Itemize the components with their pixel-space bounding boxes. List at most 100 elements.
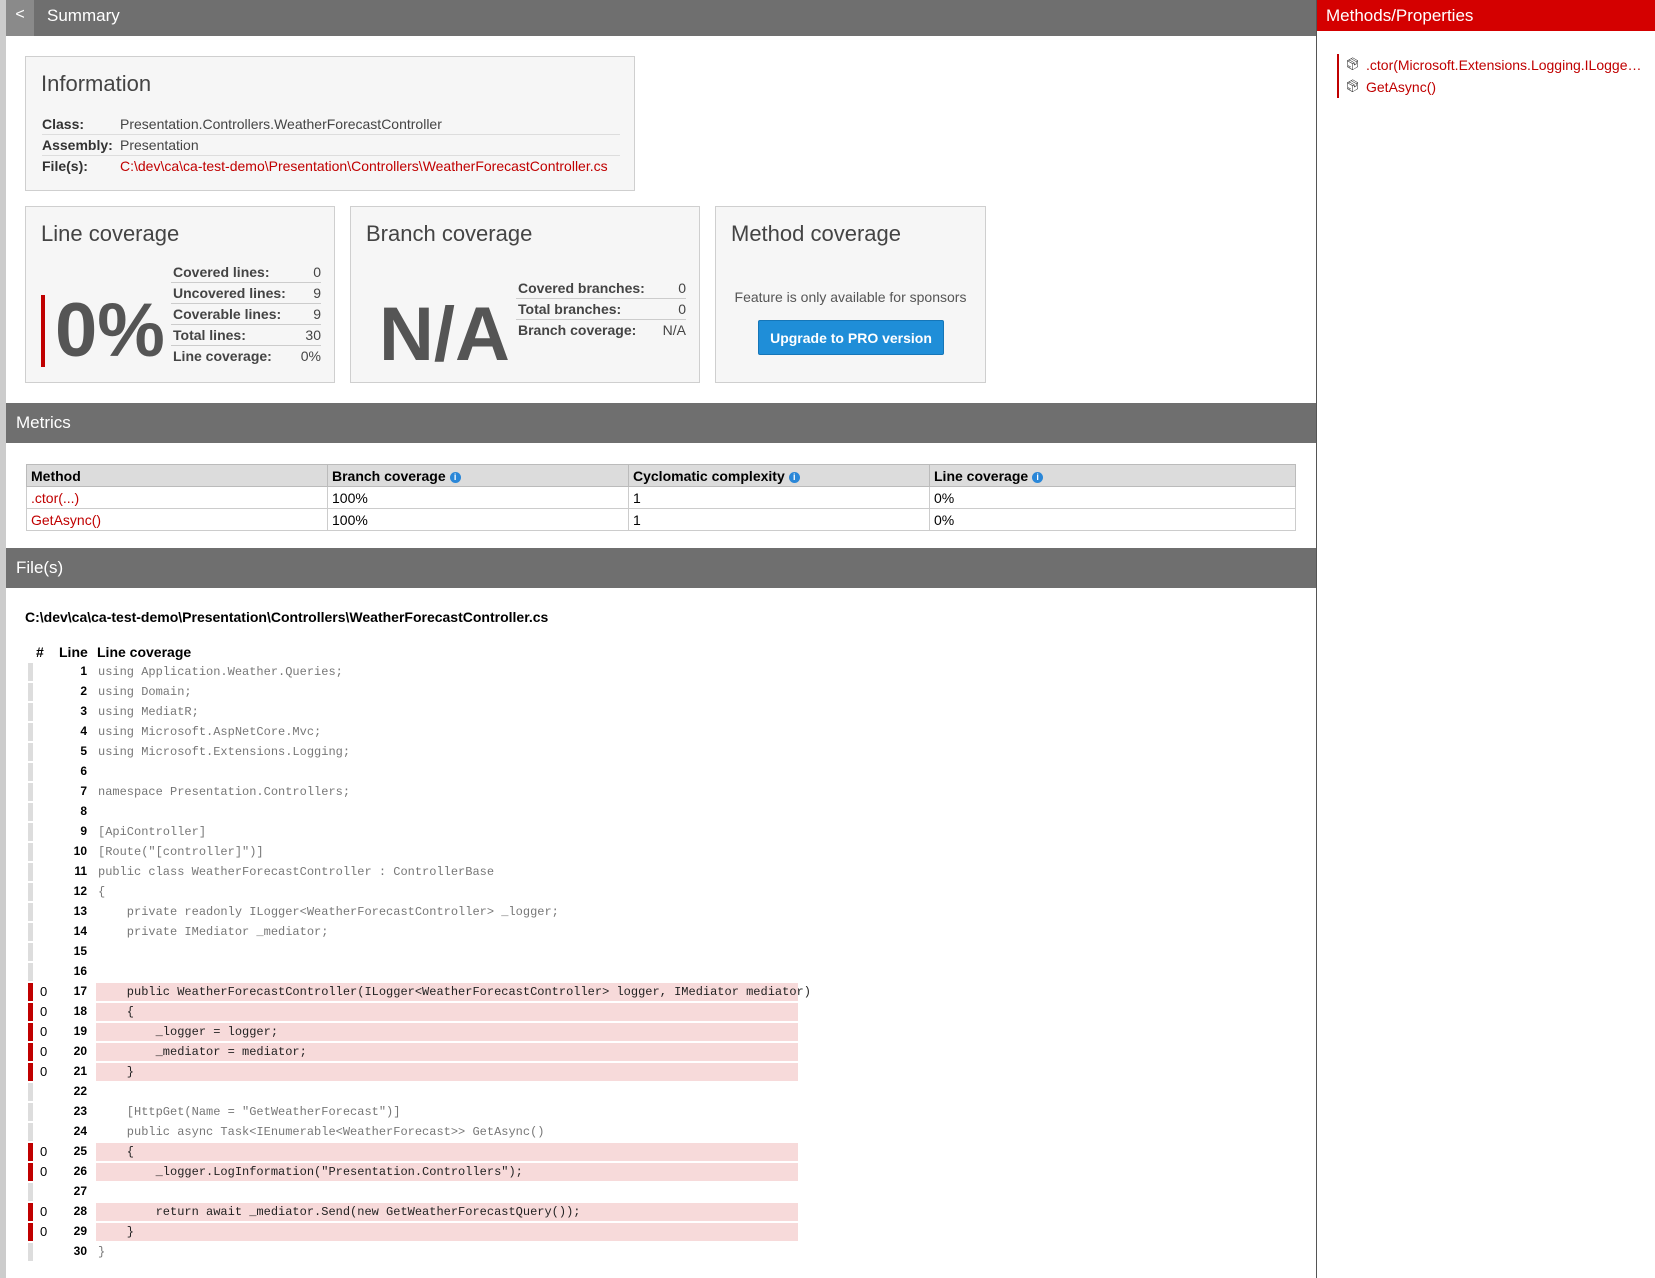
source-text: [ApiController] [98,825,207,839]
column-header-branch[interactable]: Branch coverage i [327,464,629,487]
sponsor-notice: Feature is only available for sponsors [734,289,967,305]
code-line: 0 25 { [26,1142,826,1162]
code-line: 7 namespace Presentation.Controllers; [26,782,826,802]
column-header-label: Line coverage [934,467,1029,484]
cyclomatic-cell: 1 [628,486,930,509]
code-line: 16 [26,962,826,982]
coverage-marker [28,1183,33,1201]
code-line: 23 [HttpGet(Name = "GetWeatherForecast")… [26,1102,826,1122]
line-number: 25 [73,1144,87,1158]
code-line: 0 26 _logger.LogInformation("Presentation… [26,1162,826,1182]
info-icon[interactable]: i [449,471,461,483]
column-header-line[interactable]: Line coverage i [929,464,1296,487]
page-title: Summary [47,6,120,25]
sidebar-method-list: 📦︎ .ctor(Microsoft.Extensions.Logging.IL… [1337,54,1646,98]
line-number: 8 [80,804,87,818]
source-text: private readonly ILogger<WeatherForecast… [98,905,559,919]
coverage-marker [28,943,33,961]
code-line: 9 [ApiController] [26,822,826,842]
file-path-heading: C:\dev\ca\ca-test-demo\Presentation\Cont… [25,609,549,625]
stat-row: Uncovered lines: 9 [171,282,321,304]
coverage-marker [28,723,33,741]
line-number: 20 [73,1044,87,1058]
info-icon[interactable]: i [1032,471,1044,483]
coverage-marker [28,863,33,881]
line-number: 26 [73,1164,87,1178]
coverage-marker [28,1043,33,1061]
sidebar-item-label[interactable]: GetAsync() [1366,79,1646,95]
method-link[interactable]: .ctor(...) [31,490,79,506]
source-text: _mediator = mediator; [96,1043,798,1061]
source-text: public class WeatherForecastController :… [98,865,495,879]
coverage-marker [28,763,33,781]
hit-count: 0 [40,1144,48,1159]
line-number: 11 [74,864,87,878]
code-line: 10 [Route("[controller]")] [26,842,826,862]
upgrade-pro-button[interactable]: Upgrade to PRO version [758,320,944,355]
column-header-cyclomatic[interactable]: Cyclomatic complexity i [628,464,930,487]
stat-value: 9 [298,282,321,304]
code-line: 5 using Microsoft.Extensions.Logging; [26,742,826,762]
line-cell: 0% [929,508,1296,531]
line-coverage-card: Line coverage 0% Covered lines: 0 Uncover… [25,206,335,383]
coverage-marker [28,683,33,701]
file-link[interactable]: C:\dev\ca\ca-test-demo\Presentation\Cont… [120,156,620,177]
hit-count: 0 [40,1224,48,1239]
information-card: Information Class: Presentation.Controll… [25,56,635,191]
line-number: 22 [73,1084,87,1098]
code-line: 0 20 _mediator = mediator; [26,1042,826,1062]
source-text: [Route("[controller]")] [98,845,264,859]
coverage-marker [28,963,33,981]
line-number: 3 [80,704,87,718]
coverage-marker [28,1163,33,1181]
table-row: .ctor(...) 100% 1 0% [26,486,1296,509]
sidebar-item-label[interactable]: .ctor(Microsoft.Extensions.Logging.ILogg… [1366,57,1646,73]
stat-row: Coverable lines: 9 [171,303,321,325]
files-header: File(s) [6,548,1316,588]
source-text: using Microsoft.Extensions.Logging; [98,745,351,759]
line-number: 24 [73,1124,87,1138]
line-coverage-indicator: 0% [41,293,165,369]
back-button[interactable]: < [6,0,34,36]
line-number: 23 [73,1104,87,1118]
line-number: 28 [73,1204,87,1218]
source-text: public async Task<IEnumerable<WeatherFor… [98,1125,545,1139]
source-code-listing: 1 using Application.Weather.Queries; 2 usin… [26,662,826,1262]
coverage-marker [28,843,33,861]
stat-key: Total branches: [516,298,660,320]
source-text: _logger.LogInformation("Presentation.Con… [96,1163,798,1181]
coverage-marker [28,983,33,1001]
branch-coverage-card: Branch coverage N/A Covered branches: 0 T… [350,206,700,383]
code-line: 2 using Domain; [26,682,826,702]
column-header-label: Branch coverage [332,467,446,484]
hit-count: 0 [40,1204,48,1219]
line-number: 1 [80,664,87,678]
coverage-marker [28,923,33,941]
cyclomatic-cell: 1 [628,508,930,531]
stat-row: Branch coverage: N/A [516,320,686,341]
source-text: using Domain; [98,685,192,699]
column-header-line-coverage: Line coverage [97,644,192,660]
coverage-marker [28,1083,33,1101]
code-line: 0 18 { [26,1002,826,1022]
coverage-marker [28,1103,33,1121]
sidebar-item-getasync[interactable]: 📦︎ GetAsync() [1337,76,1645,98]
info-icon[interactable]: i [788,471,800,483]
column-header-method[interactable]: Method [26,464,328,487]
sidebar-item-ctor[interactable]: 📦︎ .ctor(Microsoft.Extensions.Logging.IL… [1337,54,1646,76]
branch-coverage-title: Branch coverage [366,221,533,246]
info-row-assembly: Assembly: Presentation [42,134,620,156]
source-text: public WeatherForecastController(ILogger… [96,983,811,1001]
coverage-marker [28,663,33,681]
source-text: using MediatR; [98,705,199,719]
stat-key: Branch coverage: [518,322,637,338]
code-line: 0 21 } [26,1062,826,1082]
line-number: 10 [73,844,87,858]
hit-count: 0 [40,1064,48,1079]
stat-key: Covered branches: [516,278,660,299]
source-text: private IMediator _mediator; [98,925,329,939]
line-number: 18 [73,1004,87,1018]
method-cell: GetAsync() [26,508,328,531]
method-link[interactable]: GetAsync() [31,512,101,528]
line-number: 19 [73,1024,87,1038]
